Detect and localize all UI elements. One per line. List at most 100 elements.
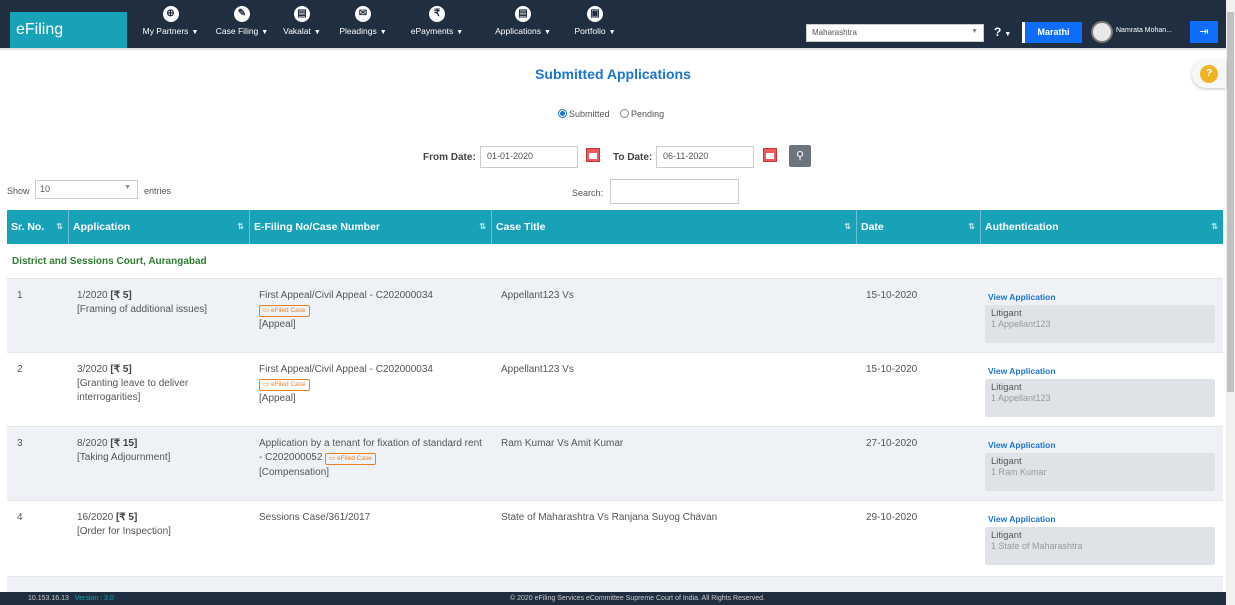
search-input[interactable]	[610, 179, 739, 204]
column-header-authentication[interactable]: Authentication ⇅	[981, 210, 1223, 244]
sort-icon: ⇅	[1211, 222, 1218, 231]
file-icon: ▤	[515, 6, 531, 22]
group-row: District and Sessions Court, Aurangabad	[7, 244, 1223, 278]
brand-logo[interactable]: eFiling Services	[10, 12, 127, 74]
nav-case-filing-label: Case Filing	[215, 26, 259, 36]
table-row: 2 3/2020 [₹ 5] [Granting leave to delive…	[7, 352, 1223, 426]
calendar-icon[interactable]	[763, 148, 777, 162]
entries-label: entries	[144, 186, 172, 196]
column-header-application[interactable]: Application ⇅	[69, 210, 250, 244]
status-radio-group: Submitted Pending	[558, 108, 672, 119]
from-date-label: From Date:	[423, 152, 476, 163]
case-number: Sessions Case/361/2017	[259, 512, 371, 523]
column-header-case-title[interactable]: Case Title ⇅	[492, 210, 857, 244]
application-number: 3/2020	[77, 364, 108, 375]
view-application-link[interactable]: View Application	[988, 514, 1056, 524]
nav-epayments-label: ePayments	[410, 26, 454, 36]
help-icon: ?	[994, 25, 1002, 39]
logout-icon: ⇥	[1199, 26, 1209, 38]
nav-applications-label: Applications	[495, 26, 541, 36]
application-description: [Framing of additional issues]	[77, 304, 208, 315]
state-select[interactable]: Maharashtra ▼	[806, 24, 984, 42]
top-navbar: eFiling Services ⊕ My Partners ▼ ✎ Case F…	[0, 0, 1226, 74]
table-header: Sr. No. ⇅ Application ⇅ E-Filing No/Case N…	[7, 210, 1223, 244]
column-header-sr-no[interactable]: Sr. No. ⇅	[7, 210, 69, 244]
avatar[interactable]	[1091, 21, 1113, 43]
sort-icon: ⇅	[237, 222, 244, 231]
date: 15-10-2020	[866, 364, 918, 375]
nav-epayments[interactable]: ₹ ePayments ▼	[398, 2, 476, 48]
column-header-date[interactable]: Date ⇅	[857, 210, 981, 244]
case-number-cell: First Appeal/Civil Appeal - C202000034 ▭…	[259, 363, 489, 406]
efiled-badge: ▭ eFiled Case	[259, 305, 310, 317]
nav-vakalat-label: Vakalat	[283, 26, 311, 36]
nav-my-partners[interactable]: ⊕ My Partners ▼	[133, 2, 208, 48]
sr-no: 3	[17, 438, 23, 449]
nav-case-filing[interactable]: ✎ Case Filing ▼	[212, 2, 272, 48]
auth-subtitle: 1 Ram Kumar	[991, 467, 1047, 477]
efiled-badge: ▭ eFiled Case	[325, 453, 376, 465]
application-cell: 1/2020 [₹ 5] [Framing of additional issu…	[77, 289, 247, 317]
language-button[interactable]: Marathi	[1022, 22, 1082, 43]
scrollbar-thumb[interactable]	[1227, 12, 1234, 392]
rupee-icon: ₹	[429, 6, 445, 22]
efiled-badge-label: eFiled Case	[270, 307, 306, 314]
nav-portfolio[interactable]: ▣ Portfolio ▼	[565, 2, 625, 48]
help-menu[interactable]: ? ▼	[994, 25, 1011, 39]
case-number-cell: Application by a tenant for fixation of …	[259, 437, 485, 480]
view-application-link[interactable]: View Application	[988, 366, 1056, 376]
nav-portfolio-label: Portfolio	[574, 26, 606, 36]
fee-amount: [₹ 5]	[115, 512, 138, 523]
column-header-label: Application	[73, 221, 131, 233]
radio-submitted-label[interactable]: Submitted	[569, 109, 610, 119]
radio-pending[interactable]	[620, 109, 630, 119]
view-application-link[interactable]: View Application	[988, 292, 1056, 302]
nav-pleadings-label: Pleadings	[339, 26, 377, 36]
entries-select[interactable]: 10 ▼	[35, 180, 138, 199]
efiled-badge-label: eFiled Case	[337, 455, 372, 462]
date: 29-10-2020	[866, 512, 918, 523]
sort-icon: ⇅	[968, 222, 975, 231]
user-name[interactable]: Namrata Mohan...	[1116, 27, 1172, 34]
state-select-value: Maharashtra	[812, 28, 857, 37]
document-icon: ▤	[294, 6, 310, 22]
application-description: [Order for Inspection]	[77, 526, 171, 537]
version-label: Version : 3.0	[74, 595, 114, 602]
nav-my-partners-label: My Partners	[142, 26, 189, 36]
case-title: Appellant123 Vs	[501, 364, 574, 375]
auth-title: Litigant	[991, 382, 1022, 393]
view-application-link[interactable]: View Application	[988, 440, 1056, 450]
auth-title: Litigant	[991, 456, 1022, 467]
to-date-label: To Date:	[613, 152, 653, 163]
radio-pending-label[interactable]: Pending	[631, 109, 664, 119]
table-row: 4 16/2020 [₹ 5] [Order for Inspection] S…	[7, 500, 1223, 576]
column-header-label: Date	[861, 221, 884, 233]
radio-submitted[interactable]	[558, 109, 567, 119]
application-number: 16/2020	[77, 512, 114, 523]
fee-amount: [₹ 5]	[110, 364, 132, 375]
case-number-cell: Sessions Case/361/2017	[259, 511, 489, 525]
application-cell: 16/2020 [₹ 5] [Order for Inspection]	[77, 511, 247, 539]
from-date-input[interactable]: 01-01-2020	[480, 146, 578, 168]
logout-button[interactable]: ⇥	[1190, 21, 1218, 43]
application-cell: 8/2020 [₹ 15] [Taking Adjournment]	[77, 437, 247, 465]
table-row: 3 8/2020 [₹ 15] [Taking Adjournment] App…	[7, 426, 1223, 500]
authentication-box: Litigant 1 Ram Kumar	[985, 453, 1215, 491]
nav-pleadings[interactable]: ✉ Pleadings ▼	[333, 2, 393, 48]
table-row: 1 1/2020 [₹ 5] [Framing of additional is…	[7, 278, 1223, 352]
to-date-input[interactable]: 06-11-2020	[656, 146, 754, 168]
court-name: District and Sessions Court, Aurangabad	[12, 256, 207, 267]
nav-applications[interactable]: ▤ Applications ▼	[484, 2, 562, 48]
chevron-down-icon: ▼	[971, 28, 978, 35]
pencil-icon: ✎	[234, 6, 250, 22]
nav-vakalat[interactable]: ▤ Vakalat ▼	[277, 2, 327, 48]
fee-amount: [₹ 15]	[110, 438, 138, 449]
case-type: [Compensation]	[259, 467, 330, 478]
page-scrollbar[interactable]	[1226, 0, 1235, 605]
application-number: 1/2020	[77, 290, 108, 301]
column-header-efiling-no[interactable]: E-Filing No/Case Number ⇅	[250, 210, 492, 244]
pleadings-icon: ✉	[355, 6, 371, 22]
calendar-icon[interactable]	[586, 148, 600, 162]
table-row	[7, 576, 1223, 592]
date-search-button[interactable]: ⚲	[789, 145, 811, 167]
